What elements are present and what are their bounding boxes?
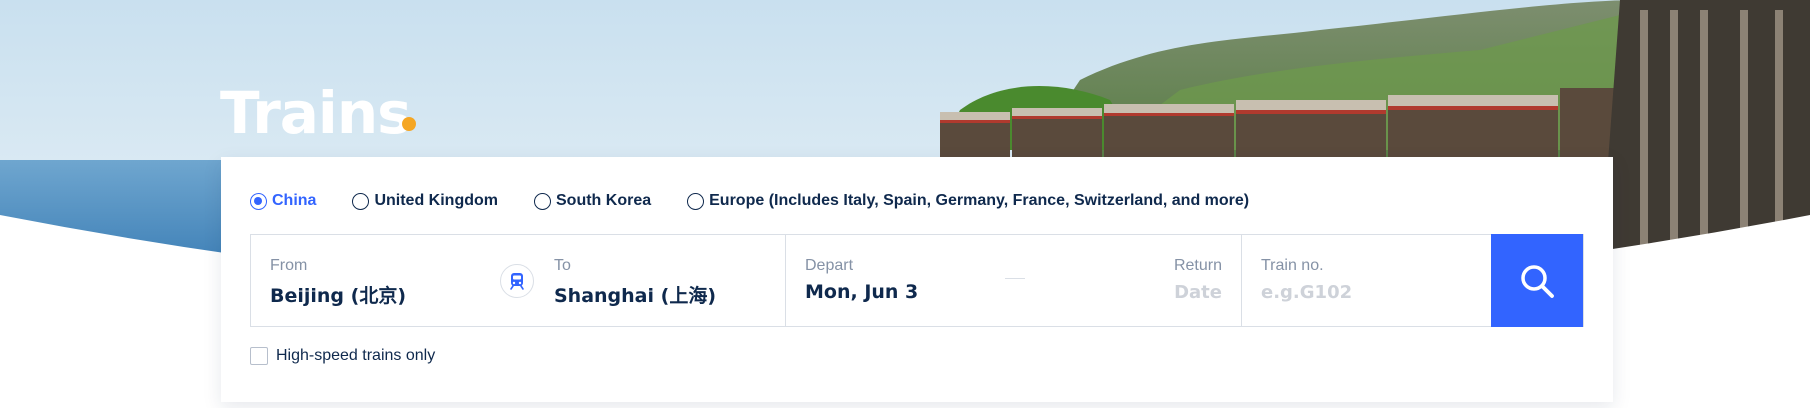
return-label: Return — [1173, 257, 1222, 274]
depart-label: Depart — [805, 257, 854, 274]
radio-icon[interactable] — [534, 192, 551, 210]
train-number-field[interactable]: Train no. e.g.G102 — [1242, 235, 1492, 326]
train-icon — [510, 273, 524, 290]
high-speed-label: High-speed trains only — [276, 347, 436, 364]
region-radio-europe[interactable]: Europe (Includes Italy, Spain, Germany, … — [687, 192, 1249, 210]
region-label: South Korea — [556, 192, 652, 209]
page-title: Trains — [220, 79, 412, 147]
radio-icon[interactable] — [250, 192, 267, 210]
region-radio-china[interactable]: China — [250, 192, 316, 210]
high-speed-checkbox[interactable] — [250, 347, 268, 365]
region-label: China — [272, 192, 317, 209]
search-icon — [1521, 264, 1554, 298]
return-date-field[interactable]: Return Date — [1041, 235, 1241, 326]
region-selector: China United Kingdom South Korea Europe … — [250, 189, 1285, 213]
region-radio-south-korea[interactable]: South Korea — [534, 192, 651, 210]
region-radio-united-kingdom[interactable]: United Kingdom — [352, 192, 498, 210]
train-number-placeholder: e.g.G102 — [1261, 282, 1353, 303]
to-value: Shanghai (上海) — [554, 285, 717, 307]
date-fields: Depart Mon, Jun 3 Return Date — [786, 235, 1242, 326]
route-fields: From Beijing (北京) To Shanghai (上海) — [251, 235, 786, 326]
train-number-label: Train no. — [1261, 257, 1324, 274]
train-search-card: China United Kingdom South Korea Europe … — [221, 157, 1613, 402]
high-speed-only-option[interactable]: High-speed trains only — [250, 347, 435, 365]
search-button[interactable] — [1491, 234, 1583, 327]
from-label: From — [270, 257, 308, 274]
swap-stations-button[interactable] — [500, 264, 534, 298]
date-separator — [1005, 278, 1025, 279]
to-field[interactable]: To Shanghai (上海) — [536, 235, 786, 326]
depart-value: Mon, Jun 3 — [805, 281, 919, 303]
search-fields: From Beijing (北京) To Shanghai (上海) Depar… — [250, 234, 1584, 327]
to-label: To — [554, 257, 571, 274]
radio-icon[interactable] — [687, 192, 705, 210]
from-value: Beijing (北京) — [270, 285, 407, 307]
from-field[interactable]: From Beijing (北京) — [251, 235, 496, 326]
region-label: Europe (Includes Italy, Spain, Germany, … — [709, 192, 1250, 209]
return-placeholder: Date — [1174, 282, 1222, 303]
depart-date-field[interactable]: Depart Mon, Jun 3 — [786, 235, 996, 326]
region-label: United Kingdom — [374, 192, 498, 209]
radio-icon[interactable] — [352, 192, 370, 210]
title-accent-dot — [402, 117, 416, 131]
page-title-wrap: Trains — [220, 78, 412, 148]
